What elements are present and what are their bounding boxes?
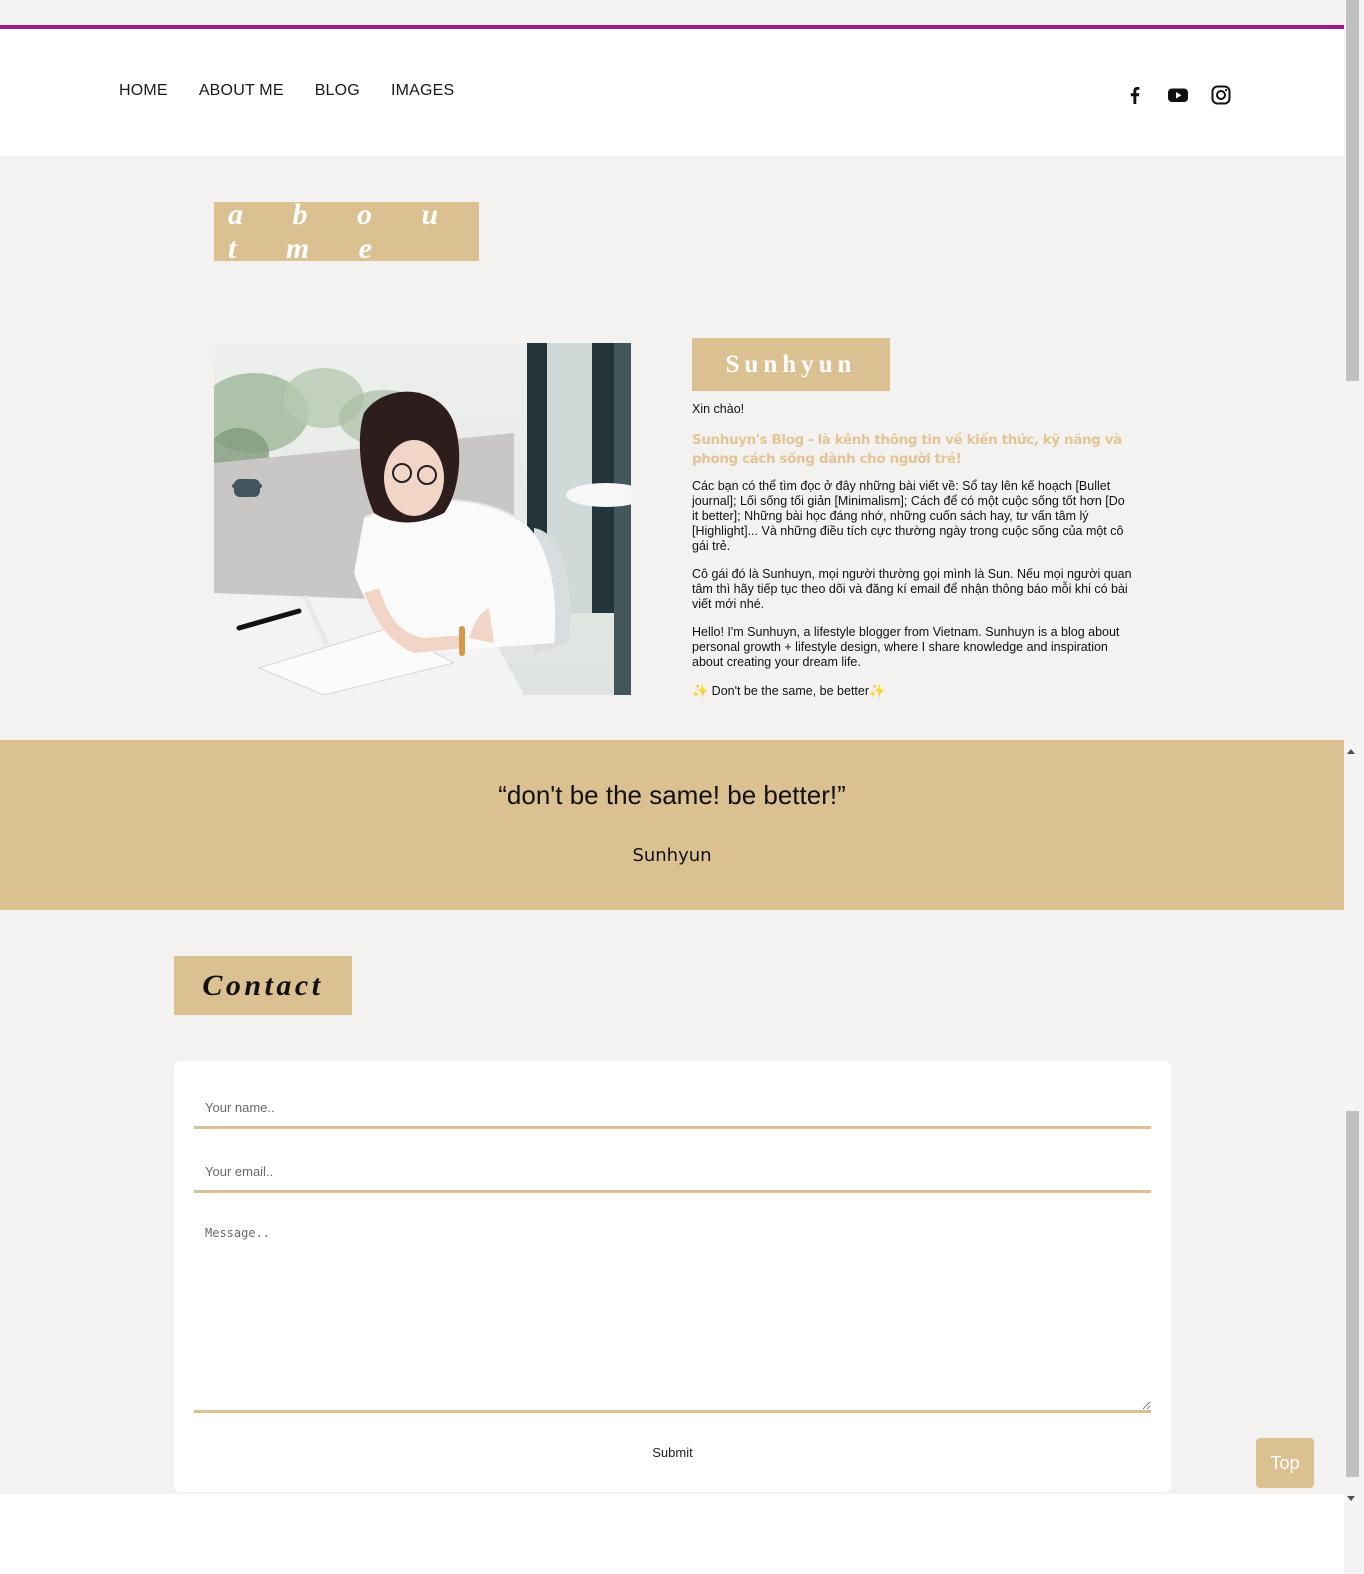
quote-author: Sunhyun [632, 845, 712, 866]
contact-heading: Contact [174, 956, 352, 1015]
bio-paragraph-2: Cô gái đó là Sunhuyn, mọi người thường g… [692, 567, 1132, 611]
motto-text: Don't be the same, be better [711, 684, 870, 698]
scrollbar-thumb-upper[interactable] [1346, 0, 1359, 381]
quote-banner: “don't be the same! be better!” Sunhyun [0, 740, 1344, 910]
sparkle-icon: ✨ [869, 683, 886, 698]
scrollbar-thumb-lower[interactable] [1346, 1111, 1359, 1477]
message-input[interactable] [194, 1216, 1151, 1413]
quote-text: “don't be the same! be better!” [498, 780, 846, 810]
contact-form: Submit [174, 1061, 1171, 1492]
author-name-badge: Sunhyun [692, 338, 890, 391]
sparkle-icon: ✨ [692, 683, 709, 698]
about-me-heading: a b o u t m e [214, 198, 479, 265]
top-strip [0, 0, 1344, 25]
page: HOME ABOUT ME BLOG IMAGES a b o u t m e … [0, 0, 1344, 1494]
social-links [1124, 84, 1232, 106]
facebook-icon[interactable] [1124, 84, 1146, 106]
nav-about-me[interactable]: ABOUT ME [199, 82, 284, 100]
submit-button[interactable]: Submit [174, 1444, 1171, 1461]
bio-paragraph-1: Các bạn có thể tìm đọc ở đây những bài v… [692, 479, 1125, 553]
youtube-icon[interactable] [1167, 84, 1189, 106]
blog-tagline: Sunhuyn's Blog - là kênh thông tin về ki… [692, 432, 1122, 467]
nav-blog[interactable]: BLOG [315, 82, 360, 100]
motto-line: ✨ Don't be the same, be better✨ [692, 683, 1132, 699]
name-input[interactable] [194, 1089, 1151, 1129]
scroll-down-arrow-icon[interactable] [1347, 1496, 1355, 1501]
main-nav: HOME ABOUT ME BLOG IMAGES [119, 82, 485, 100]
nav-images[interactable]: IMAGES [391, 82, 454, 100]
bio-paragraph-3: Hello! I'm Sunhuyn, a lifestyle blogger … [692, 625, 1120, 669]
greeting: Xin chào! [692, 402, 745, 416]
profile-photo [214, 343, 631, 695]
instagram-icon[interactable] [1210, 84, 1232, 106]
email-input[interactable] [194, 1153, 1151, 1193]
scroll-up-arrow-icon[interactable] [1347, 749, 1355, 754]
nav-home[interactable]: HOME [119, 82, 168, 100]
site-header: HOME ABOUT ME BLOG IMAGES [0, 29, 1344, 156]
scrollbar[interactable] [1344, 0, 1364, 1574]
bio-text: Xin chào! Sunhuyn's Blog - là kênh thông… [692, 402, 1132, 712]
back-to-top-button[interactable]: Top [1256, 1438, 1314, 1488]
